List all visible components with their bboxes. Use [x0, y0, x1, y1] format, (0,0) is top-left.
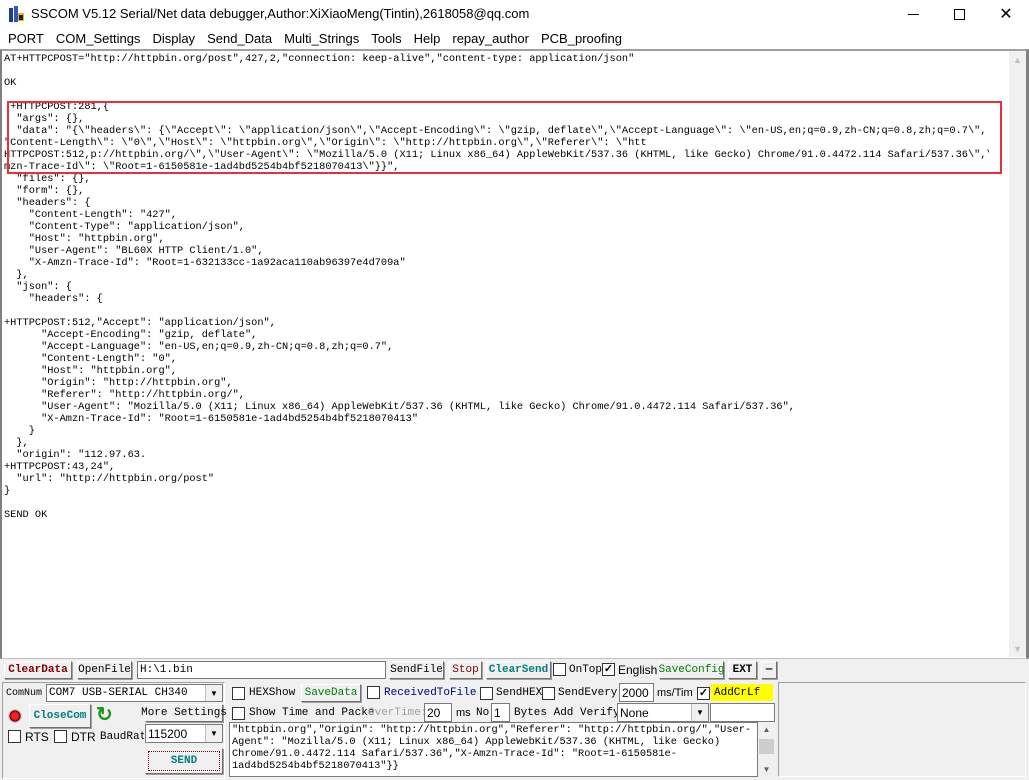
- show-time-label: Show Time and Packe: [249, 707, 375, 719]
- extra-panel: [778, 682, 1026, 777]
- chevron-down-icon[interactable]: ▼: [691, 704, 708, 721]
- maximize-icon: [953, 8, 965, 20]
- open-file-button[interactable]: OpenFile: [77, 661, 132, 679]
- show-time-checkbox[interactable]: [232, 707, 245, 720]
- chevron-down-icon[interactable]: ▼: [205, 725, 222, 742]
- clear-send-button[interactable]: ClearSend: [486, 661, 551, 679]
- close-com-button[interactable]: CloseCom: [29, 704, 91, 728]
- receive-scrollbar[interactable]: ▲ ▼: [1009, 51, 1026, 657]
- minimize-icon: [907, 13, 919, 15]
- menu-help[interactable]: Help: [408, 29, 447, 49]
- status-led-icon: [8, 709, 22, 723]
- dtr-label: DTR: [71, 730, 96, 744]
- title-bar: SSCOM V5.12 Serial/Net data debugger,Aut…: [0, 0, 1029, 28]
- english-label: English: [618, 663, 658, 677]
- received-to-file-checkbox[interactable]: [367, 686, 380, 699]
- send-every-unit: ms/Tim: [657, 687, 693, 699]
- scroll-thumb[interactable]: [759, 739, 774, 754]
- over-time-unit: ms: [456, 707, 471, 719]
- scroll-up-icon[interactable]: ▲: [758, 722, 775, 737]
- ext-button[interactable]: EXT: [728, 661, 757, 679]
- close-button[interactable]: ✕: [983, 0, 1029, 28]
- maximize-button[interactable]: [936, 0, 982, 28]
- com-num-label: ComNum: [6, 687, 43, 699]
- app-icon: [9, 6, 25, 22]
- send-hex-label: SendHEX: [496, 687, 543, 699]
- verify-value: None: [620, 705, 649, 720]
- send-every-checkbox[interactable]: [542, 687, 555, 700]
- hex-show-label: HEXShow: [249, 687, 296, 699]
- clear-data-button[interactable]: ClearData: [4, 661, 72, 679]
- refresh-icon[interactable]: ↻: [96, 705, 114, 725]
- close-icon: ✕: [999, 6, 1013, 23]
- scroll-down-icon[interactable]: ▼: [758, 762, 775, 777]
- collapse-button[interactable]: —: [761, 661, 777, 679]
- send-input[interactable]: "httpbin.org","Origin": "http://httpbin.…: [229, 722, 758, 777]
- on-top-label: OnTop: [569, 664, 603, 676]
- scroll-down-icon[interactable]: ▼: [1009, 640, 1026, 657]
- menu-tools[interactable]: Tools: [365, 29, 407, 49]
- save-config-button[interactable]: SaveConfig: [659, 661, 725, 679]
- baud-rate-value: 115200: [148, 726, 188, 741]
- no-label: No: [476, 707, 490, 719]
- send-hex-checkbox[interactable]: [480, 687, 493, 700]
- com-port-select[interactable]: COM7 USB-SERIAL CH340: [46, 684, 223, 702]
- send-every-label: SendEvery:: [558, 687, 625, 699]
- send-scrollbar[interactable]: ▲ ▼: [758, 722, 775, 777]
- verify-extra-input[interactable]: [710, 703, 775, 722]
- com-port-value: COM7 USB-SERIAL CH340: [49, 687, 188, 699]
- received-to-file-label: ReceivedToFile: [384, 687, 477, 699]
- on-top-checkbox[interactable]: [553, 663, 566, 676]
- menu-repay-author[interactable]: repay_author: [446, 29, 535, 49]
- dtr-checkbox[interactable]: [54, 730, 67, 743]
- hex-show-checkbox[interactable]: [232, 687, 245, 700]
- menu-send-data[interactable]: Send_Data: [201, 29, 278, 49]
- more-settings-button[interactable]: More Settings: [141, 704, 227, 722]
- send-every-input[interactable]: 2000: [619, 683, 654, 702]
- scroll-up-icon[interactable]: ▲: [1009, 51, 1026, 68]
- rts-checkbox[interactable]: [8, 730, 21, 743]
- receive-area[interactable]: AT+HTTPCPOST="http://httpbin.org/post",4…: [0, 49, 1029, 659]
- send-file-button[interactable]: SendFile: [389, 661, 444, 679]
- bytes-add-verify-label: Bytes Add Verify:: [514, 707, 627, 719]
- baud-rate-label: BaudRat: [100, 731, 144, 743]
- no-input[interactable]: 1: [491, 703, 510, 722]
- menu-multi-strings[interactable]: Multi_Strings: [278, 29, 365, 49]
- menu-bar: PORT COM_Settings Display Send_Data Mult…: [0, 28, 1029, 50]
- receive-text[interactable]: AT+HTTPCPOST="http://httpbin.org/post",4…: [4, 53, 989, 653]
- menu-com-settings[interactable]: COM_Settings: [50, 29, 147, 49]
- add-crlf-checkbox[interactable]: ✓: [697, 687, 710, 700]
- over-time-input[interactable]: 20: [424, 703, 452, 722]
- stop-button[interactable]: Stop: [449, 661, 482, 679]
- over-time-label: OverTime:: [368, 707, 428, 719]
- rts-label: RTS: [25, 730, 49, 744]
- file-path-input[interactable]: H:\1.bin: [137, 661, 386, 679]
- menu-pcb-proofing[interactable]: PCB_proofing: [535, 29, 628, 49]
- add-crlf-label: AddCrLf: [711, 684, 773, 701]
- menu-port[interactable]: PORT: [2, 29, 50, 49]
- save-data-button[interactable]: SaveData: [301, 684, 361, 702]
- send-button[interactable]: SEND: [145, 748, 223, 774]
- minimize-button[interactable]: [890, 0, 936, 28]
- window-title: SSCOM V5.12 Serial/Net data debugger,Aut…: [31, 6, 530, 21]
- menu-display[interactable]: Display: [146, 29, 201, 49]
- english-checkbox[interactable]: ✓: [602, 663, 615, 676]
- chevron-down-icon[interactable]: ▼: [205, 685, 222, 701]
